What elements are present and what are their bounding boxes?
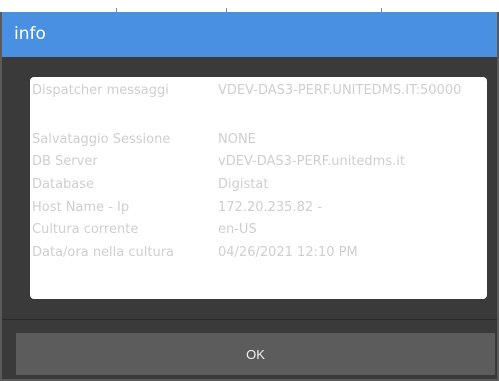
info-value: en-US [218,222,257,237]
info-dialog: info Dispatcher messaggi VDEV-DAS3-PERF.… [0,12,499,381]
info-label: Data/ora nella cultura [32,245,175,260]
info-value: Digistat [218,177,269,192]
info-label: Dispatcher messaggi [32,83,169,98]
footer-divider [2,319,497,320]
info-value: vDEV-DAS3-PERF.unitedms.it [218,154,405,169]
info-label: Database [32,177,95,192]
info-label: DB Server [32,154,98,169]
info-panel: Dispatcher messaggi VDEV-DAS3-PERF.UNITE… [30,77,487,299]
info-value: NONE [218,132,256,147]
dialog-title: info [2,12,497,57]
ok-button[interactable]: OK [16,333,495,375]
info-label: Cultura corrente [32,222,139,237]
info-value: 04/26/2021 12:10 PM [218,245,358,260]
info-value: VDEV-DAS3-PERF.UNITEDMS.IT:50000 [218,83,462,98]
info-label: Salvataggio Sessione [32,132,171,147]
info-value: 172.20.235.82 - [218,200,322,215]
info-label: Host Name - Ip [32,200,130,215]
background-window-strip [0,0,499,12]
